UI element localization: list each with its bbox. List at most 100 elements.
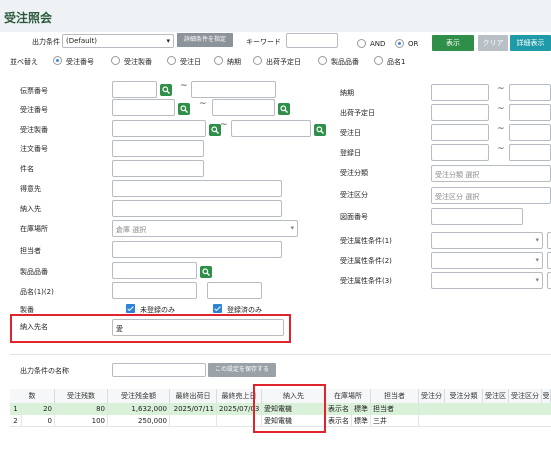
chevron-down-icon: ▾	[290, 224, 294, 232]
save-setting-button[interactable]: この設定を保存する	[208, 363, 276, 377]
grid-header[interactable]: 受注区分	[509, 389, 542, 403]
product-name2-input[interactable]	[207, 282, 262, 299]
sort-radio-order-seiban[interactable]	[111, 56, 120, 65]
slip-no-from-input[interactable]	[112, 81, 157, 98]
output-condition-select[interactable]: (Default) ▾	[62, 34, 174, 48]
grid-header[interactable]: 担当者	[371, 389, 419, 403]
attr1-value-input[interactable]	[547, 232, 551, 249]
reg-date-label: 登録日	[340, 149, 361, 157]
keyword-label: キーワード	[246, 38, 281, 46]
warehouse-select[interactable]: 倉庫 選択 ▾	[112, 220, 298, 237]
order-div-select[interactable]: 受注区分 選択	[431, 187, 551, 204]
output-condition-label: 出力条件	[32, 38, 60, 46]
attr2-label: 受注属性条件(2)	[340, 257, 392, 265]
grid-header[interactable]: 在庫場所	[326, 389, 371, 403]
ship-plan-to-input[interactable]	[509, 104, 551, 121]
due-to-input[interactable]	[509, 84, 551, 101]
sort-radio-item-name[interactable]	[374, 56, 383, 65]
reg-date-from-input[interactable]	[431, 144, 489, 161]
order-no-to-input[interactable]	[212, 99, 275, 116]
keyword-input[interactable]	[286, 33, 338, 48]
po-no-label: 注文番号	[20, 145, 48, 153]
search-icon[interactable]	[278, 103, 290, 115]
qty-cell: 0	[22, 415, 55, 427]
order-seiban-label: 受注製番	[20, 126, 48, 134]
attr1-select[interactable]: ▾	[431, 232, 543, 249]
order-no-label: 受注番号	[20, 106, 48, 114]
order-class-select[interactable]: 受注分類 選択	[431, 165, 551, 182]
sort-radio-due[interactable]	[214, 56, 223, 65]
order-no-from-input[interactable]	[112, 99, 175, 116]
range-tilde: ~	[180, 81, 188, 91]
detail-show-button[interactable]: 詳細表示	[510, 35, 551, 51]
output-name-input[interactable]	[112, 363, 206, 377]
divider	[10, 354, 551, 355]
detail-condition-button[interactable]: 詳細条件を指定	[177, 33, 233, 47]
grid-header[interactable]: 受注残数	[55, 389, 108, 403]
grid-header[interactable]: 受注分類	[445, 389, 483, 403]
subject-input[interactable]	[112, 160, 204, 177]
person-label: 担当者	[20, 247, 41, 255]
attr3-select[interactable]: ▾	[431, 272, 543, 289]
chevron-down-icon: ▾	[535, 236, 539, 244]
ship-plan-label: 出荷予定日	[340, 109, 375, 117]
amount-cell: 1,632,000	[108, 403, 170, 415]
sort-option-label: 受注製番	[124, 58, 152, 66]
search-icon[interactable]	[160, 84, 172, 96]
slip-no-to-input[interactable]	[191, 81, 276, 98]
person-cell: 三井	[371, 415, 419, 427]
order-div-label: 受注区分	[340, 191, 368, 199]
amount-cell: 250,000	[108, 415, 170, 427]
unregistered-only-checkbox[interactable]	[126, 304, 135, 313]
sort-radio-order-date[interactable]	[167, 56, 176, 65]
product-name1-input[interactable]	[112, 282, 197, 299]
remain-cell: 80	[55, 403, 108, 415]
po-no-input[interactable]	[112, 140, 204, 157]
registered-only-checkbox[interactable]	[213, 304, 222, 313]
order-date-to-input[interactable]	[509, 124, 551, 141]
grid-header[interactable]: 受	[542, 389, 551, 403]
sort-radio-ship-plan[interactable]	[253, 56, 262, 65]
attr3-value-input[interactable]	[547, 272, 551, 289]
order-date-from-input[interactable]	[431, 124, 489, 141]
row-index: 1	[10, 403, 22, 415]
warehouse-placeholder: 倉庫 選択	[116, 226, 147, 234]
range-tilde: ~	[497, 124, 505, 134]
sort-radio-product-code[interactable]	[318, 56, 327, 65]
warehouse-cell: 表示名	[326, 403, 352, 415]
or-radio[interactable]	[395, 39, 404, 48]
clear-button[interactable]: クリア	[478, 35, 508, 51]
search-icon[interactable]	[200, 266, 212, 278]
product-code-input[interactable]	[112, 262, 197, 279]
range-tilde: ~	[497, 84, 505, 94]
grid-header[interactable]: 最終出荷日	[170, 389, 217, 403]
show-button[interactable]: 表示	[432, 35, 474, 51]
grid-header[interactable]: 受注分	[419, 389, 445, 403]
grid-header[interactable]: 数	[10, 389, 55, 403]
order-seiban-to-input[interactable]	[231, 120, 311, 137]
range-tilde: ~	[497, 144, 505, 154]
grid-header[interactable]: 受注区	[483, 389, 509, 403]
search-icon[interactable]	[178, 103, 190, 115]
output-condition-value: (Default)	[66, 37, 98, 45]
sort-option-label: 受注日	[180, 58, 201, 66]
grid-header[interactable]: 受注残金額	[108, 389, 170, 403]
order-seiban-from-input[interactable]	[112, 120, 206, 137]
search-icon[interactable]	[314, 124, 326, 136]
drawing-no-input[interactable]	[431, 208, 523, 225]
attr2-select[interactable]: ▾	[431, 252, 543, 269]
attr2-value-input[interactable]	[547, 252, 551, 269]
qty-cell: 20	[22, 403, 55, 415]
and-radio[interactable]	[357, 39, 366, 48]
delivery-name-input[interactable]: 愛	[112, 319, 284, 336]
chevron-down-icon: ▾	[535, 276, 539, 284]
due-from-input[interactable]	[431, 84, 489, 101]
drawing-no-label: 図面番号	[340, 213, 368, 221]
reg-date-to-input[interactable]	[509, 144, 551, 161]
ship-plan-from-input[interactable]	[431, 104, 489, 121]
delivery-input[interactable]	[112, 200, 282, 217]
sort-radio-order-no[interactable]	[53, 56, 62, 65]
customer-input[interactable]	[112, 180, 282, 197]
person-input[interactable]	[112, 241, 282, 258]
order-class-label: 受注分類	[340, 169, 368, 177]
